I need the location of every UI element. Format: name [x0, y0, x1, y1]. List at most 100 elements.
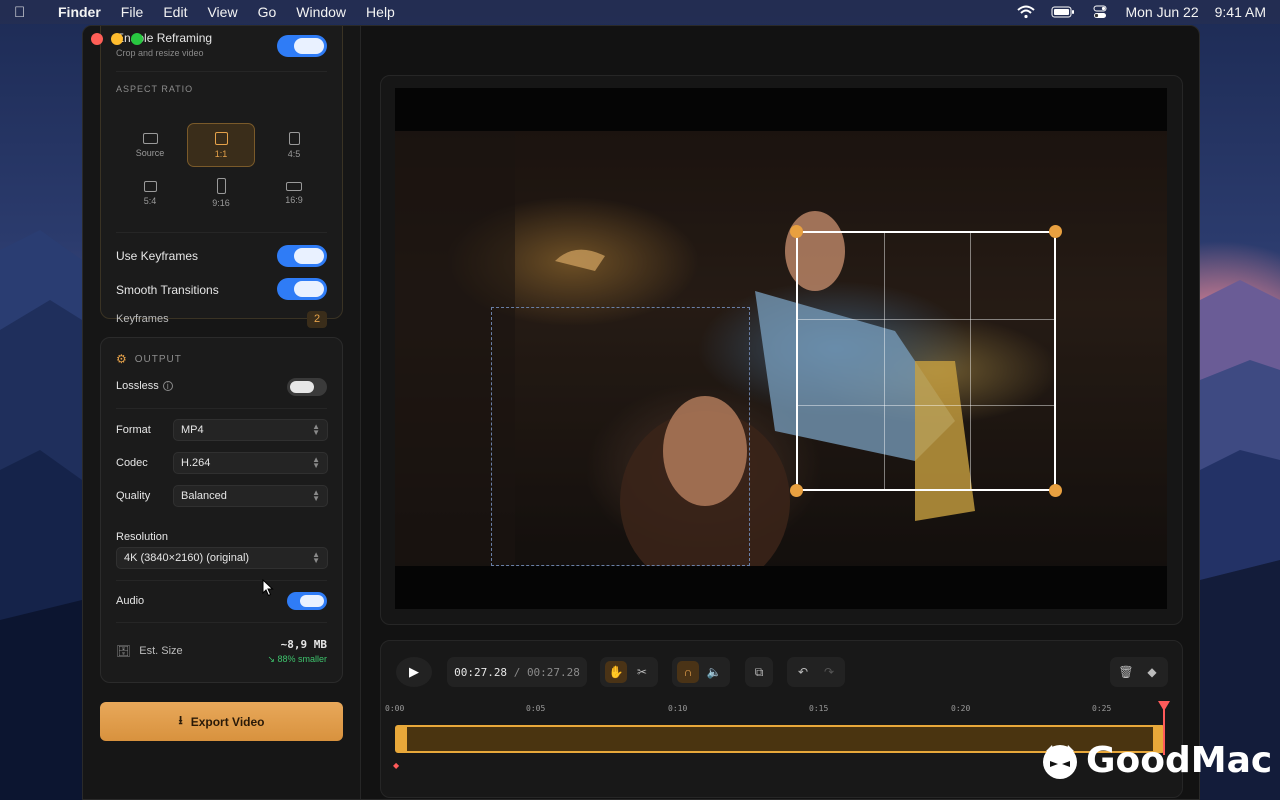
aspect-5-4-button[interactable]: 5:4 [116, 171, 184, 215]
audio-toggle[interactable] [287, 592, 327, 610]
aspect-source-button[interactable]: Source [116, 123, 184, 167]
chevron-updown-icon: ▲ ▼ [312, 455, 320, 470]
crop-handle-bottom-right[interactable] [1049, 484, 1062, 497]
scissors-icon[interactable]: ✂ [631, 661, 653, 683]
play-icon: ▶ [409, 664, 419, 679]
info-icon[interactable]: i [162, 381, 173, 391]
crop-handle-top-left[interactable] [790, 225, 803, 238]
watermark-text: GoodMac [1086, 740, 1273, 781]
keyframes-label: Keyframes [116, 313, 169, 325]
undo-icon[interactable]: ↶ [792, 661, 814, 683]
smooth-transitions-toggle[interactable] [277, 278, 327, 300]
ruler-tick: 0:25 [1092, 704, 1112, 713]
ruler-tick: 0:10 [668, 704, 688, 713]
chevron-updown-icon: ▲ ▼ [312, 422, 320, 437]
menu-view[interactable]: View [207, 4, 237, 20]
format-value: MP4 [181, 424, 204, 436]
aspect-16-9-button[interactable]: 16:9 [260, 171, 328, 215]
sidebar: Enable Reframing Crop and resize video A… [83, 26, 361, 799]
trash-icon[interactable]: 🗑 [1115, 661, 1137, 683]
watermark: GoodMac [1040, 740, 1272, 781]
codec-label: Codec [116, 457, 148, 469]
output-heading: OUTPUT [134, 353, 182, 365]
window-controls [91, 33, 143, 45]
menu-window[interactable]: Window [296, 4, 346, 20]
ruler-tick: 0:15 [809, 704, 829, 713]
codec-select[interactable]: H.264 ▲ ▼ [173, 452, 328, 474]
smooth-transitions-label: Smooth Transitions [116, 283, 219, 297]
timecode-display: 00:27.28 / 00:27.28 [447, 657, 587, 687]
magnet-icon[interactable]: ∩ [677, 661, 699, 683]
ruler-tick: 0:20 [951, 704, 971, 713]
menubar-time[interactable]: 9:41 AM [1215, 4, 1266, 20]
format-label: Format [116, 424, 151, 436]
menu-bar:  Finder File Edit View Go Window Help M… [0, 0, 1280, 24]
export-video-label: Export Video [190, 714, 265, 729]
video-preview[interactable] [395, 88, 1167, 609]
edit-group: 🗑 ◆ [1110, 657, 1168, 687]
use-keyframes-label: Use Keyframes [116, 249, 199, 263]
crop-handle-bottom-left[interactable] [790, 484, 803, 497]
wifi-icon[interactable] [1017, 5, 1036, 19]
export-icon: ⭳ [178, 713, 183, 727]
control-center-icon[interactable] [1091, 5, 1109, 19]
menu-file[interactable]: File [121, 4, 144, 20]
snap-group: ∩ 🔈 [672, 657, 730, 687]
crop-handle-top-right[interactable] [1049, 225, 1062, 238]
resolution-value: 4K (3840×2160) (original) [124, 552, 250, 564]
play-button[interactable]: ▶ [396, 657, 432, 687]
timeline-ruler: 0:00 0:05 0:10 0:15 0:20 0:25 [381, 701, 1184, 721]
crop-box[interactable] [790, 225, 1062, 497]
keyframes-count-badge: 2 [307, 311, 327, 328]
quality-value: Balanced [181, 490, 227, 502]
keyframe-marker[interactable]: ◆ [393, 761, 399, 770]
gear-icon: ⚙ [116, 352, 127, 366]
use-keyframes-toggle[interactable] [277, 245, 327, 267]
chevron-updown-icon: ▲ ▼ [312, 550, 320, 565]
battery-icon[interactable] [1051, 5, 1075, 19]
enable-reframing-toggle[interactable] [277, 35, 327, 57]
keyframe-diamond-icon[interactable]: ◆ [1141, 661, 1163, 683]
menubar-date[interactable]: Mon Jun 22 [1125, 4, 1198, 20]
format-select[interactable]: MP4 ▲ ▼ [173, 419, 328, 441]
aspect-9-16-button[interactable]: 9:16 [187, 171, 255, 215]
close-button[interactable] [91, 33, 103, 45]
quality-label: Quality [116, 490, 151, 502]
add-clip-button[interactable]: ⧉ [745, 657, 773, 687]
current-time: 00:27.28 [454, 665, 508, 679]
keyframe-crop-box-previous[interactable] [491, 307, 750, 566]
menu-help[interactable]: Help [366, 4, 395, 20]
ruler-tick: 0:05 [526, 704, 546, 713]
aspect-ratio-heading: ASPECT RATIO [116, 84, 194, 94]
history-group: ↶ ↷ [787, 657, 845, 687]
menu-app-finder[interactable]: Finder [58, 4, 101, 20]
est-size-delta: ↘ 88% smaller [267, 654, 327, 664]
total-time: 00:27.28 [526, 665, 580, 679]
menu-go[interactable]: Go [258, 4, 277, 20]
app-window: Enable Reframing Crop and resize video A… [82, 25, 1200, 800]
resolution-label: Resolution [116, 531, 168, 543]
menu-edit[interactable]: Edit [163, 4, 187, 20]
aspect-4-5-button[interactable]: 4:5 [260, 123, 328, 167]
tool-group: ✋ ✂ [600, 657, 658, 687]
reframing-card: Enable Reframing Crop and resize video A… [100, 26, 343, 328]
aspect-1-1-button[interactable]: 1:1 [187, 123, 255, 167]
zoom-button[interactable] [131, 33, 143, 45]
trim-handle-left[interactable] [397, 727, 407, 751]
mouse-cursor [262, 578, 274, 602]
lossless-label: Lossless [116, 380, 159, 392]
goodmac-logo-icon [1043, 744, 1077, 779]
est-size-value: ~8,9 MB [280, 638, 327, 651]
ruler-tick: 0:00 [385, 704, 405, 713]
export-video-button[interactable]: ⭳ Export Video [100, 702, 343, 741]
audio-label: Audio [116, 595, 145, 607]
apple-icon[interactable]:  [14, 4, 34, 21]
volume-icon[interactable]: 🔈 [703, 661, 725, 683]
resolution-select[interactable]: 4K (3840×2160) (original) ▲ ▼ [116, 547, 328, 569]
quality-select[interactable]: Balanced ▲ ▼ [173, 485, 328, 507]
minimize-button[interactable] [111, 33, 123, 45]
codec-value: H.264 [181, 457, 211, 469]
redo-icon[interactable]: ↷ [818, 661, 840, 683]
lossless-toggle[interactable] [287, 378, 327, 396]
hand-tool-icon[interactable]: ✋ [605, 661, 627, 683]
